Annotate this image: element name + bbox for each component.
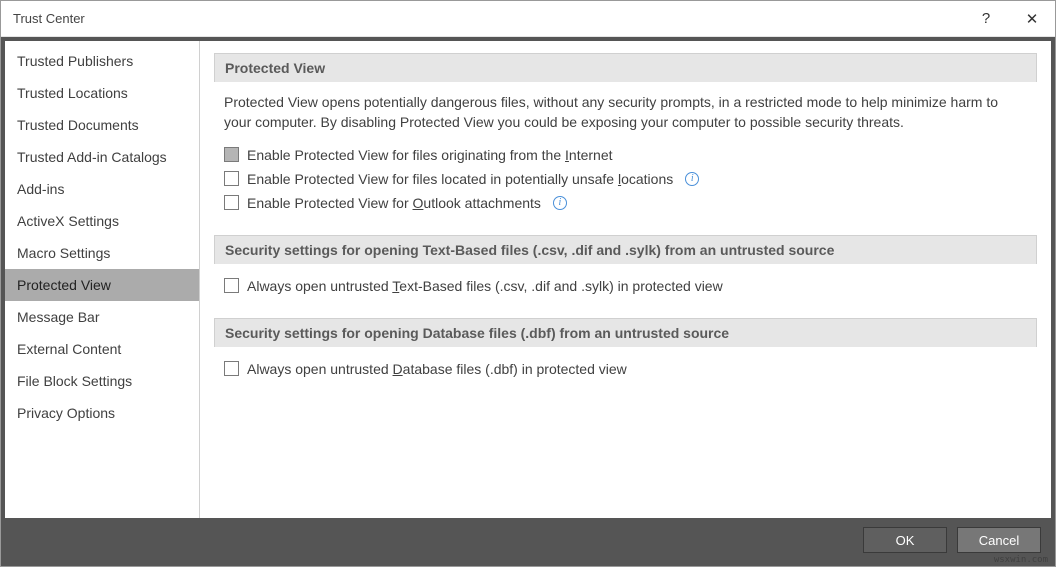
pv-row-1: Enable Protected View for files located … <box>224 167 1027 191</box>
close-button[interactable]: ✕ <box>1009 1 1055 37</box>
pv-checkbox-0[interactable] <box>224 147 239 162</box>
ok-button[interactable]: OK <box>863 527 947 553</box>
section-body-protected-view: Protected View opens potentially dangero… <box>214 82 1037 229</box>
section-body-database: Always open untrusted Database files (.d… <box>214 347 1037 395</box>
pv-checkbox-1[interactable] <box>224 171 239 186</box>
sidebar-item-protected-view[interactable]: Protected View <box>5 269 199 301</box>
sidebar-item-add-ins[interactable]: Add-ins <box>5 173 199 205</box>
sidebar-item-trusted-publishers[interactable]: Trusted Publishers <box>5 45 199 77</box>
tb-label-0: Always open untrusted Text-Based files (… <box>247 278 723 294</box>
section-body-text-based: Always open untrusted Text-Based files (… <box>214 264 1037 312</box>
sidebar-item-external-content[interactable]: External Content <box>5 333 199 365</box>
db-checkbox-0[interactable] <box>224 361 239 376</box>
trust-center-dialog: Trust Center ? ✕ Trusted PublishersTrust… <box>0 0 1056 567</box>
info-icon[interactable]: i <box>685 172 699 186</box>
pv-label-2: Enable Protected View for Outlook attach… <box>247 195 541 211</box>
sidebar-item-trusted-documents[interactable]: Trusted Documents <box>5 109 199 141</box>
sidebar-item-file-block-settings[interactable]: File Block Settings <box>5 365 199 397</box>
pv-row-0: Enable Protected View for files originat… <box>224 143 1027 167</box>
tb-checkbox-0[interactable] <box>224 278 239 293</box>
db-row-0: Always open untrusted Database files (.d… <box>224 357 1027 381</box>
pv-row-2: Enable Protected View for Outlook attach… <box>224 191 1027 215</box>
sidebar-item-activex-settings[interactable]: ActiveX Settings <box>5 205 199 237</box>
dialog-body: Trusted PublishersTrusted LocationsTrust… <box>1 37 1055 566</box>
sidebar: Trusted PublishersTrusted LocationsTrust… <box>5 41 200 518</box>
sidebar-item-trusted-locations[interactable]: Trusted Locations <box>5 77 199 109</box>
titlebar: Trust Center ? ✕ <box>1 1 1055 37</box>
main-pane: Protected View Protected View opens pote… <box>200 41 1051 518</box>
info-icon[interactable]: i <box>553 196 567 210</box>
sidebar-item-privacy-options[interactable]: Privacy Options <box>5 397 199 429</box>
window-title: Trust Center <box>13 11 963 26</box>
dialog-footer: OK Cancel <box>5 518 1051 562</box>
pv-checkbox-2[interactable] <box>224 195 239 210</box>
help-button[interactable]: ? <box>963 1 1009 37</box>
section-header-text-based: Security settings for opening Text-Based… <box>214 235 1037 264</box>
sidebar-item-macro-settings[interactable]: Macro Settings <box>5 237 199 269</box>
pv-label-0: Enable Protected View for files originat… <box>247 147 613 163</box>
section-header-database: Security settings for opening Database f… <box>214 318 1037 347</box>
pv-label-1: Enable Protected View for files located … <box>247 171 673 187</box>
tb-row-0: Always open untrusted Text-Based files (… <box>224 274 1027 298</box>
protected-view-description: Protected View opens potentially dangero… <box>224 92 1027 133</box>
section-header-protected-view: Protected View <box>214 53 1037 82</box>
cancel-button[interactable]: Cancel <box>957 527 1041 553</box>
content-frame: Trusted PublishersTrusted LocationsTrust… <box>5 41 1051 518</box>
sidebar-item-message-bar[interactable]: Message Bar <box>5 301 199 333</box>
sidebar-item-trusted-add-in-catalogs[interactable]: Trusted Add-in Catalogs <box>5 141 199 173</box>
db-label-0: Always open untrusted Database files (.d… <box>247 361 627 377</box>
